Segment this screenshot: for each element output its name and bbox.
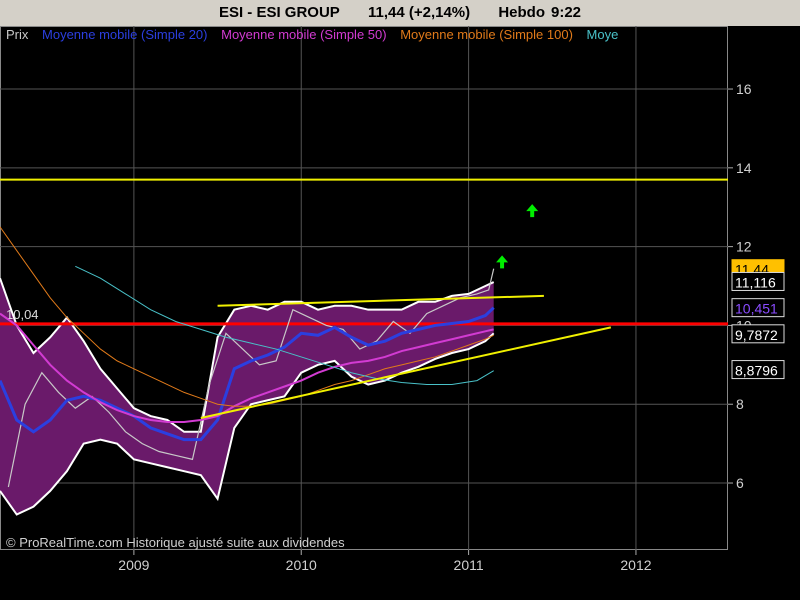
y-tick-label: 6 [736, 475, 744, 491]
price-label-text: 8,8796 [735, 363, 778, 379]
x-tick-label: 2009 [118, 557, 149, 573]
price-label-text: 10,451 [735, 301, 778, 317]
price-label-text: 9,7872 [735, 327, 778, 343]
ticker-name: ESI - ESI GROUP [218, 4, 340, 21]
x-tick-label: 2012 [620, 557, 651, 573]
legend-ma20: Moyenne mobile (Simple 20) [42, 27, 208, 42]
plot-frame [0, 26, 728, 550]
legend: Prix Moyenne mobile (Simple 20) Moyenne … [6, 26, 728, 44]
y-tick-label: 14 [736, 160, 752, 176]
y-tick-label: 12 [736, 239, 752, 255]
legend-ma-truncated: Moye [586, 27, 619, 42]
time-label: 9:22 [551, 4, 582, 21]
period-label: Hebdo [498, 4, 545, 21]
price-chart: 6810121416200920102011201210,0411,4411,1… [0, 26, 785, 573]
legend-price: Prix [6, 27, 29, 42]
chart-title-bar: ESI - ESI GROUP 11,44 (+2,14%) Hebdo 9:22 [0, 0, 800, 26]
quote-value: 11,44 (+2,14%) [367, 4, 471, 21]
y-tick-label: 16 [736, 81, 752, 97]
legend-ma100: Moyenne mobile (Simple 100) [400, 27, 573, 42]
level-label: 10,04 [6, 307, 39, 322]
copyright-note: © ProRealTime.com Historique ajusté suit… [6, 535, 345, 550]
x-tick-label: 2011 [454, 557, 484, 573]
y-tick-label: 8 [736, 396, 744, 412]
legend-ma50: Moyenne mobile (Simple 50) [221, 27, 387, 42]
price-label-text: 11,116 [735, 274, 776, 290]
x-tick-label: 2010 [286, 557, 317, 573]
